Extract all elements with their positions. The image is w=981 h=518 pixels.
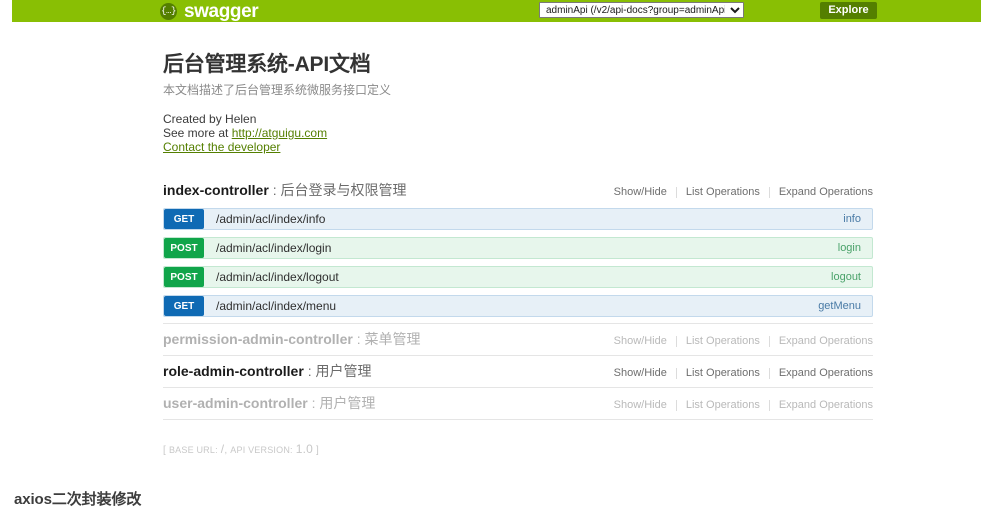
operation-method-badge: POST — [164, 238, 204, 258]
see-more-line: See more at http://atguigu.com — [163, 126, 873, 140]
show-hide-link[interactable]: Show/Hide — [605, 335, 676, 347]
resource-name-text: role-admin-controller — [163, 363, 304, 379]
operation-row[interactable]: GET /admin/acl/index/menu getMenu — [163, 295, 873, 317]
operation-row[interactable]: GET /admin/acl/index/info info — [163, 208, 873, 230]
expand-operations-link[interactable]: Expand Operations — [770, 367, 873, 379]
swagger-logo-text: swagger — [184, 0, 259, 22]
api-version-value: 1.0 — [295, 442, 313, 456]
page-footer-heading: axios二次封装修改 — [14, 491, 142, 508]
operation-path[interactable]: /admin/acl/index/info — [204, 209, 843, 229]
resource-options: Show/Hide List Operations Expand Operati… — [605, 186, 873, 198]
swagger-topbar: {…} swagger adminApi (/v2/api-docs?group… — [12, 0, 981, 22]
explore-button[interactable]: Explore — [820, 2, 877, 19]
list-operations-link[interactable]: List Operations — [677, 367, 769, 379]
show-hide-link[interactable]: Show/Hide — [605, 367, 676, 379]
list-operations-link[interactable]: List Operations — [677, 399, 769, 411]
see-more-label: See more at — [163, 126, 232, 140]
page-title: 后台管理系统-API文档 — [163, 53, 371, 76]
operation-row[interactable]: POST /admin/acl/index/login login — [163, 237, 873, 259]
resource-role-admin-controller: role-admin-controller : 用户管理 Show/Hide L… — [163, 356, 873, 388]
api-footer-info: [ BASE URL: /, API VERSION: 1.0 ] — [163, 442, 873, 456]
footer-open-bracket: [ — [163, 445, 166, 456]
contact-line: Contact the developer — [163, 140, 873, 154]
resource-title[interactable]: index-controller : 后台登录与权限管理 — [163, 181, 406, 199]
list-operations-link[interactable]: List Operations — [677, 186, 769, 198]
created-by-line: Created by Helen — [163, 112, 257, 126]
operation-list: GET /admin/acl/index/info info POST /adm… — [163, 206, 873, 323]
resource-description: 用户管理 — [319, 395, 376, 411]
api-description: 本文档描述了后台管理系统微服务接口定义 — [163, 83, 392, 97]
expand-operations-link[interactable]: Expand Operations — [770, 335, 873, 347]
base-url-label: BASE URL: — [168, 445, 218, 455]
resource-description: 后台登录与权限管理 — [280, 182, 407, 198]
resource-options: Show/Hide List Operations Expand Operati… — [605, 335, 873, 347]
expand-operations-link[interactable]: Expand Operations — [770, 186, 873, 198]
operation-path[interactable]: /admin/acl/index/logout — [204, 267, 831, 287]
operation-nickname[interactable]: getMenu — [818, 296, 872, 316]
resource-list: index-controller : 后台登录与权限管理 Show/Hide L… — [163, 175, 873, 420]
operation-method-badge: GET — [164, 209, 204, 229]
operation-path[interactable]: /admin/acl/index/login — [204, 238, 838, 258]
resource-title[interactable]: user-admin-controller : 用户管理 — [163, 394, 375, 412]
api-version-label: API VERSION: — [230, 445, 293, 455]
resource-header[interactable]: permission-admin-controller : 菜单管理 Show/… — [163, 324, 873, 355]
operation-nickname[interactable]: login — [838, 238, 872, 258]
swagger-main: 后台管理系统-API文档 本文档描述了后台管理系统微服务接口定义 Created… — [163, 52, 873, 456]
api-meta: Created by Helen See more at http://atgu… — [163, 112, 873, 154]
resource-title[interactable]: permission-admin-controller : 菜单管理 — [163, 330, 420, 348]
contact-developer-link[interactable]: Contact the developer — [163, 140, 280, 154]
resource-header[interactable]: index-controller : 后台登录与权限管理 Show/Hide L… — [163, 175, 873, 206]
show-hide-link[interactable]: Show/Hide — [605, 186, 676, 198]
operation-nickname[interactable]: info — [843, 209, 872, 229]
resource-user-admin-controller: user-admin-controller : 用户管理 Show/Hide L… — [163, 388, 873, 420]
resource-separator: : — [307, 363, 312, 379]
resource-name-text: user-admin-controller — [163, 395, 308, 411]
see-more-link[interactable]: http://atguigu.com — [232, 126, 327, 140]
list-operations-link[interactable]: List Operations — [677, 335, 769, 347]
resource-title[interactable]: role-admin-controller : 用户管理 — [163, 362, 371, 380]
resource-name-text: permission-admin-controller — [163, 331, 353, 347]
footer-close-bracket: ] — [315, 445, 319, 456]
resource-separator: : — [272, 182, 277, 198]
resource-index-controller: index-controller : 后台登录与权限管理 Show/Hide L… — [163, 175, 873, 324]
footer-comma: , — [224, 445, 228, 456]
swagger-braces-icon: {…} — [160, 2, 177, 20]
show-hide-link[interactable]: Show/Hide — [605, 399, 676, 411]
resource-permission-admin-controller: permission-admin-controller : 菜单管理 Show/… — [163, 324, 873, 356]
resource-description: 用户管理 — [315, 363, 372, 379]
operation-row[interactable]: POST /admin/acl/index/logout logout — [163, 266, 873, 288]
expand-operations-link[interactable]: Expand Operations — [770, 399, 873, 411]
operation-method-badge: GET — [164, 296, 204, 316]
swagger-logo[interactable]: {…} swagger — [160, 0, 259, 22]
operation-nickname[interactable]: logout — [831, 267, 872, 287]
resource-separator: : — [311, 395, 316, 411]
api-spec-select[interactable]: adminApi (/v2/api-docs?group=adminApi) — [539, 2, 744, 18]
resource-header[interactable]: role-admin-controller : 用户管理 Show/Hide L… — [163, 356, 873, 387]
operation-path[interactable]: /admin/acl/index/menu — [204, 296, 818, 316]
operation-method-badge: POST — [164, 267, 204, 287]
resource-options: Show/Hide List Operations Expand Operati… — [605, 367, 873, 379]
resource-options: Show/Hide List Operations Expand Operati… — [605, 399, 873, 411]
resource-name-text: index-controller — [163, 182, 269, 198]
resource-description: 菜单管理 — [364, 331, 421, 347]
resource-header[interactable]: user-admin-controller : 用户管理 Show/Hide L… — [163, 388, 873, 419]
resource-separator: : — [356, 331, 361, 347]
